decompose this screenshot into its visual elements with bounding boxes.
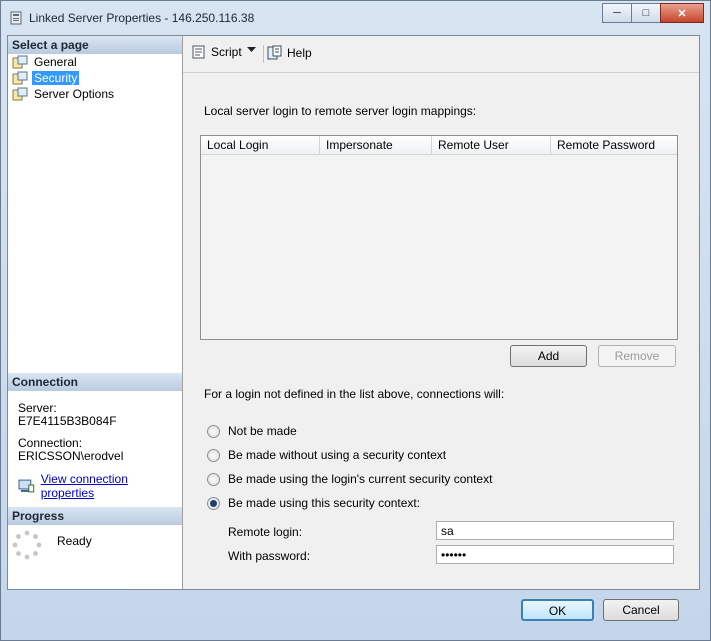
right-pane: Script Help Local server login to remote… [183,36,699,589]
select-page-header: Select a page [8,36,182,54]
page-item-label: Security [32,71,80,85]
mappings-label: Local server login to remote server logi… [204,104,477,118]
page-icon [12,71,28,85]
server-value: E7E4115B3B084F [18,414,117,428]
progress-header: Progress [8,507,182,525]
cancel-button[interactable]: Cancel [603,599,679,621]
maximize-icon: □ [642,7,650,19]
column-local-login[interactable]: Local Login [201,136,320,154]
remote-login-input[interactable] [436,521,674,540]
chevron-down-icon [247,47,256,52]
minimize-button[interactable]: ─ [602,3,632,23]
page-icon [12,55,28,69]
radio-label: Not be made [228,424,297,438]
radio-label: Be made using this security context: [228,496,421,510]
add-button[interactable]: Add [510,345,587,367]
radio-label: Be made using the login's current securi… [228,472,493,486]
column-remote-user[interactable]: Remote User [432,136,551,154]
radio-not-be-made[interactable]: Not be made [207,424,297,438]
connection-header: Connection [8,373,182,391]
not-defined-label: For a login not defined in the list abov… [204,387,505,401]
radio-current-security-context[interactable]: Be made using the login's current securi… [207,472,492,486]
help-icon [267,45,282,60]
server-label: Server: [18,401,57,415]
script-dropdown[interactable] [247,47,256,53]
remote-login-label: Remote login: [228,525,303,539]
script-button[interactable]: Script [191,45,242,59]
script-label: Script [211,45,242,59]
page-icon [12,87,28,101]
progress-spinner-icon [12,530,42,560]
window-title: Linked Server Properties - 146.250.116.3… [29,11,255,25]
toolbar-separator [263,45,264,63]
page-item-label: Server Options [34,87,115,101]
login-mappings-grid[interactable]: Local Login Impersonate Remote User Remo… [200,135,678,340]
title-bar[interactable]: Linked Server Properties - 146.250.116.3… [1,1,710,35]
help-label: Help [287,45,312,60]
close-icon: ✕ [677,7,687,20]
column-impersonate[interactable]: Impersonate [320,136,432,154]
minimize-icon: ─ [613,7,621,19]
page-item-general[interactable]: General [12,54,79,70]
view-connection-properties[interactable]: View connection properties [18,472,182,500]
connection-label: Connection: [18,436,83,450]
maximize-button[interactable]: □ [631,3,661,23]
connection-value: ERICSSON\erodvel [18,449,124,463]
progress-status: Ready [57,534,92,548]
page-item-label: General [34,55,77,69]
radio-button[interactable] [207,424,220,438]
radio-this-security-context[interactable]: Be made using this security context: [207,496,420,510]
ok-button[interactable]: OK [521,599,594,621]
page-item-security[interactable]: Security [12,70,80,86]
help-button[interactable]: Help [267,45,312,60]
view-connection-properties-link[interactable]: View connection properties [41,472,182,500]
radio-label: Be made without using a security context [228,448,447,462]
grid-header: Local Login Impersonate Remote User Remo… [201,136,677,155]
radio-button[interactable] [207,496,220,510]
column-remote-password[interactable]: Remote Password [551,136,677,154]
caption-buttons: ─ □ ✕ [602,3,704,23]
script-icon [192,45,205,59]
radio-button[interactable] [207,472,220,486]
remove-button[interactable]: Remove [598,345,676,367]
left-pane: Select a page General Security Server Op… [8,36,183,589]
dialog-client-area: Select a page General Security Server Op… [7,35,700,590]
with-password-label: With password: [228,549,311,563]
close-button[interactable]: ✕ [660,3,704,23]
page-item-server-options[interactable]: Server Options [12,86,116,102]
with-password-input[interactable] [436,545,674,564]
server-properties-icon [10,11,22,25]
toolbar: Script Help [183,36,699,73]
radio-without-security-context[interactable]: Be made without using a security context [207,448,446,462]
dialog-window: Linked Server Properties - 146.250.116.3… [0,0,711,641]
connection-properties-icon [18,479,35,493]
radio-button[interactable] [207,448,220,462]
